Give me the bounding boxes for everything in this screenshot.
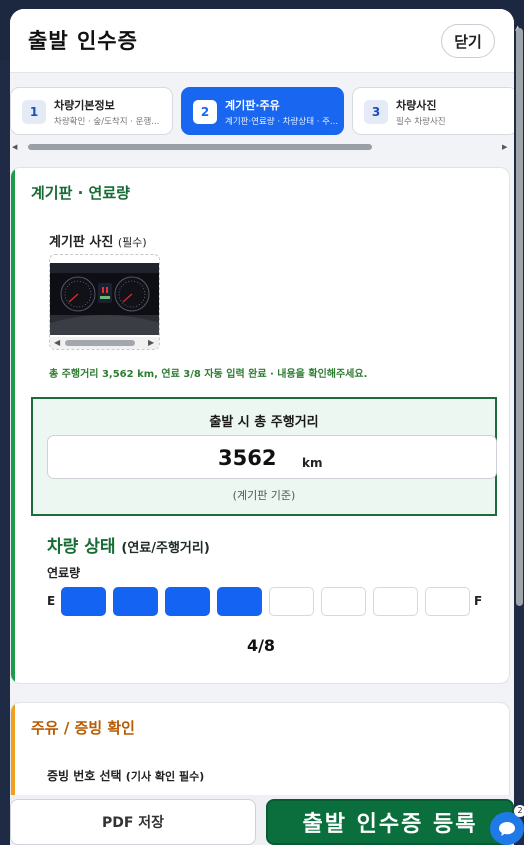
- odometer-title: 출발 시 총 주행거리: [209, 415, 319, 430]
- fuel-label: 연료량: [47, 566, 81, 580]
- scrollbar-thumb[interactable]: [65, 340, 135, 346]
- chat-bubble-icon: [499, 821, 515, 836]
- step-number: 1: [22, 100, 46, 124]
- fuel-segment-5[interactable]: [269, 587, 314, 616]
- photo-scrollbar[interactable]: ◀ ▶: [50, 337, 159, 349]
- fuel-segment-3[interactable]: [165, 587, 210, 616]
- modal-header: 출발 인수증 닫기: [10, 9, 514, 73]
- step-subtitle: 필수 차량사진: [396, 117, 446, 127]
- modal-title: 출발 인수증: [28, 29, 138, 53]
- dashboard-photo[interactable]: ◀ ▶: [49, 254, 160, 350]
- step-tab-1[interactable]: 1 차량기본정보 차량확인 · 숲/도착지 · 운행...: [10, 87, 173, 135]
- step-subtitle: 계기판·연료량 · 차량상태 · 주...: [225, 117, 339, 127]
- chat-unread-badge: 2: [514, 805, 524, 817]
- vehicle-status-subtitle: (연료/주행거리): [121, 541, 210, 556]
- odometer-value: 3562: [218, 446, 277, 470]
- odometer-box: 출발 시 총 주행거리 3562 km (계기판 기준): [31, 397, 497, 516]
- step-title: 차량기본정보: [54, 99, 115, 112]
- step-title: 계기판·주유: [225, 99, 280, 112]
- step-number: 3: [364, 100, 388, 124]
- evidence-select-label: 증빙 번호 선택 (기사 확인 필수): [47, 767, 204, 784]
- step-tabs: 1 차량기본정보 차량확인 · 숲/도착지 · 운행... 2 계기판·주유 계…: [10, 87, 514, 135]
- scroll-left-icon[interactable]: ◀: [12, 143, 17, 151]
- ocr-autofill-note: 총 주행거리 3,562 km, 연료 3/8 자동 입력 완료 · 내용을 확…: [49, 369, 368, 380]
- submit-receipt-button[interactable]: 출발 인수증 등록: [266, 799, 514, 845]
- fuel-empty-label: E: [47, 594, 56, 608]
- dashboard-fuel-card: 계기판 · 연료량 계기판 사진 (필수) ◀ ▶ 총 주행거리 3,562 k…: [10, 167, 510, 684]
- step-tab-3[interactable]: 3 차량사진 필수 차량사진: [352, 87, 514, 135]
- fuel-segment-1[interactable]: [61, 587, 106, 616]
- fuel-segment-4[interactable]: [217, 587, 262, 616]
- fuel-segment-8[interactable]: [425, 587, 470, 616]
- photo-label-text: 계기판 사진: [49, 235, 114, 250]
- departure-receipt-modal: 출발 인수증 닫기 1 차량기본정보 차량확인 · 숲/도착지 · 운행... …: [10, 9, 514, 845]
- dashboard-photo-label: 계기판 사진 (필수): [49, 231, 147, 250]
- section-title: 주유 / 증빙 확인: [31, 719, 135, 737]
- close-button[interactable]: 닫기: [441, 24, 495, 58]
- fuel-value: 4/8: [246, 636, 276, 655]
- card-accent-bar: [11, 168, 15, 683]
- vehicle-status-title: 차량 상태 (연료/주행거리): [47, 532, 210, 557]
- fuel-segment-6[interactable]: [321, 587, 366, 616]
- evidence-select-hint: (기사 확인 필수): [125, 770, 205, 783]
- pdf-save-button[interactable]: PDF 저장: [10, 799, 256, 845]
- step-subtitle: 차량확인 · 숲/도착지 · 운행...: [54, 117, 160, 127]
- scrollbar-thumb[interactable]: [28, 144, 372, 150]
- fuel-full-label: F: [474, 594, 483, 608]
- page-vertical-scrollbar[interactable]: ▲: [514, 24, 524, 845]
- vehicle-status-title-text: 차량 상태: [47, 537, 116, 557]
- bottom-action-bar: PDF 저장 출발 인수증 등록: [10, 795, 514, 845]
- section-title: 계기판 · 연료량: [31, 184, 130, 202]
- fuel-segment-2[interactable]: [113, 587, 158, 616]
- scroll-right-icon[interactable]: ▶: [148, 338, 154, 347]
- scrollbar-thumb[interactable]: [516, 28, 523, 606]
- scroll-left-icon[interactable]: ◀: [54, 338, 60, 347]
- scroll-right-icon[interactable]: ▶: [502, 143, 507, 151]
- fuel-segment-7[interactable]: [373, 587, 418, 616]
- evidence-select-label-text: 증빙 번호 선택: [47, 769, 122, 783]
- steps-horizontal-scrollbar[interactable]: ◀ ▶: [10, 142, 514, 152]
- odometer-caption: (계기판 기준): [232, 489, 296, 502]
- step-tab-2[interactable]: 2 계기판·주유 계기판·연료량 · 차량상태 · 주...: [181, 87, 344, 135]
- odometer-unit: km: [302, 456, 323, 470]
- dashboard-photo-image: [50, 263, 159, 335]
- required-marker: (필수): [117, 236, 147, 249]
- step-number: 2: [193, 100, 217, 124]
- odometer-input[interactable]: 3562 km: [47, 435, 497, 479]
- step-title: 차량사진: [396, 99, 437, 112]
